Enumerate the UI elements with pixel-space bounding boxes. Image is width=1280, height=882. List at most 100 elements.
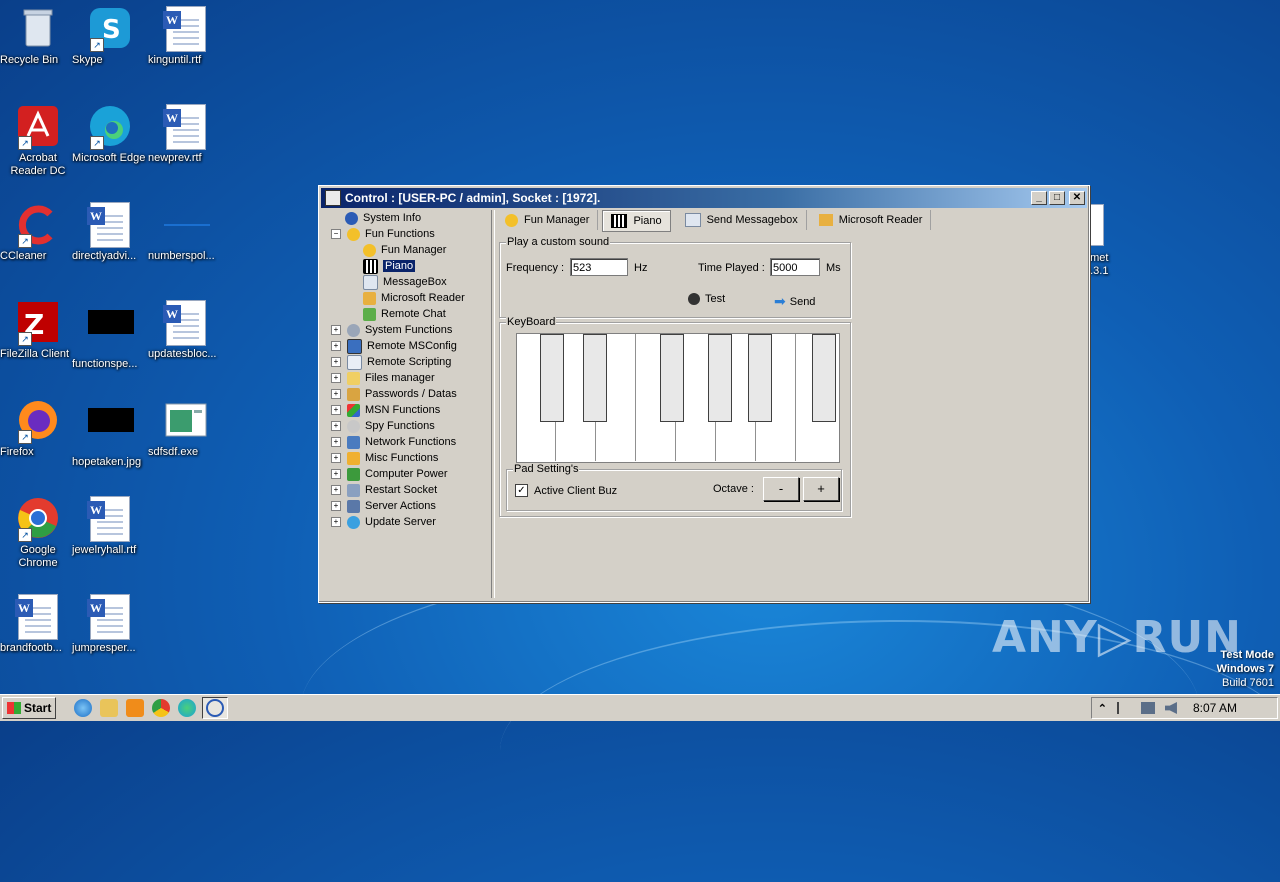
black-key[interactable] (708, 334, 732, 422)
expand-icon[interactable]: + (331, 437, 341, 447)
tree-item-misc-functions[interactable]: + Misc Functions (331, 450, 438, 466)
tab-microsoft-reader[interactable]: Microsoft Reader (811, 210, 932, 230)
file-icon (164, 202, 210, 246)
desktop-icon-firefox[interactable]: ↗ Firefox (0, 398, 76, 458)
expand-icon[interactable]: + (331, 501, 341, 511)
desktop-icon-updatesbloc[interactable]: W updatesbloc... (148, 300, 224, 360)
desktop-icon-edge[interactable]: ↗ Microsoft Edge (72, 104, 148, 164)
desktop-icon-chrome[interactable]: ↗ Google Chrome (0, 496, 76, 569)
minimize-button[interactable]: _ (1031, 191, 1047, 205)
desktop-icon-acrobat[interactable]: ↗ Acrobat Reader DC (0, 104, 76, 177)
send-button[interactable]: ➡ Send (774, 293, 815, 310)
app-icon (206, 699, 225, 717)
explorer-icon[interactable] (100, 699, 119, 717)
tree-item-computer-power[interactable]: + Computer Power (331, 466, 448, 482)
octave-up-button[interactable]: + (803, 477, 839, 501)
black-key[interactable] (812, 334, 836, 422)
word-doc-icon: W (163, 6, 208, 52)
tree-item-passwords[interactable]: + Passwords / Datas (331, 386, 457, 402)
desktop-icon-hopetaken[interactable]: hopetaken.jpg (72, 398, 148, 468)
tree-expander (331, 214, 339, 222)
tree-item-network-functions[interactable]: + Network Functions (331, 434, 456, 450)
start-button[interactable]: Start (2, 697, 57, 719)
desktop-icon-skype[interactable]: S ↗ Skype (72, 6, 148, 66)
desktop-icon-ccleaner[interactable]: ↗ CCleaner (0, 202, 76, 262)
media-player-icon[interactable] (126, 699, 145, 717)
word-doc-icon: W (87, 496, 132, 542)
panel-splitter[interactable] (491, 210, 495, 598)
misc-icon (347, 451, 360, 465)
tree-item-fun-functions[interactable]: − Fun Functions (331, 226, 435, 242)
time-played-input[interactable]: 5000 (770, 258, 820, 276)
collapse-icon[interactable]: − (331, 229, 341, 239)
tree-item-update-server[interactable]: + Update Server (331, 514, 436, 530)
expand-icon[interactable]: + (331, 517, 341, 527)
desktop-icon-functionspe[interactable]: functionspe... (72, 300, 148, 370)
desktop-icon-kinguntil[interactable]: W kinguntil.rtf (148, 6, 224, 66)
chrome-icon[interactable] (152, 699, 171, 717)
black-key[interactable] (660, 334, 684, 422)
volume-icon[interactable] (1164, 702, 1177, 714)
network-icon[interactable] (1140, 702, 1155, 714)
window-titlebar[interactable]: Control : [USER-PC / admin], Socket : [1… (321, 188, 1087, 208)
tree-item-msn-functions[interactable]: + MSN Functions (331, 402, 440, 418)
test-button[interactable]: Test (688, 293, 725, 305)
flag-icon[interactable] (1116, 702, 1131, 714)
tree-item-microsoft-reader[interactable]: Microsoft Reader (363, 290, 465, 306)
black-key[interactable] (748, 334, 772, 422)
expand-icon[interactable]: + (331, 405, 341, 415)
desktop-icon-recycle-bin[interactable]: Recycle Bin (0, 6, 76, 66)
tree-item-system-info[interactable]: System Info (331, 210, 421, 226)
desktop-icon-directlyadvi[interactable]: W directlyadvi... (72, 202, 148, 262)
desktop-icon-jumpresper[interactable]: W jumpresper... (72, 594, 148, 654)
expand-icon[interactable]: + (331, 469, 341, 479)
desktop-icon-newprev[interactable]: W newprev.rtf (148, 104, 224, 164)
tree-item-remote-msconfig[interactable]: + Remote MSConfig (331, 338, 457, 354)
tree-item-remote-scripting[interactable]: + Remote Scripting (331, 354, 451, 370)
ie-icon[interactable] (74, 699, 93, 717)
tray-expand-icon[interactable]: ⌃ (1098, 702, 1107, 715)
messagebox-icon (363, 274, 378, 290)
black-key[interactable] (540, 334, 564, 422)
smiley-icon (347, 227, 360, 241)
tree-item-files-manager[interactable]: + Files manager (331, 370, 435, 386)
desktop-icon-sdfsdf[interactable]: sdfsdf.exe (148, 398, 224, 458)
socket-icon (347, 483, 360, 497)
function-tree: System Info − Fun Functions Fun Manager P… (323, 210, 489, 598)
desktop-icon-brandfootb[interactable]: W brandfootb... (0, 594, 76, 654)
edge-icon[interactable] (178, 699, 197, 717)
desktop-icon-numberspol[interactable]: numberspol... (148, 202, 224, 262)
group-title: Play a custom sound (506, 236, 611, 248)
expand-icon[interactable]: + (331, 389, 341, 399)
octave-down-button[interactable]: - (763, 477, 799, 501)
messagebox-icon (684, 213, 701, 227)
expand-icon[interactable]: + (331, 341, 341, 351)
tree-item-piano[interactable]: Piano (363, 258, 416, 274)
expand-icon[interactable]: + (331, 325, 341, 335)
desktop-icon-filezilla[interactable]: Z ↗ FileZilla Client (0, 300, 76, 360)
expand-icon[interactable]: + (331, 373, 341, 383)
tree-item-system-functions[interactable]: + System Functions (331, 322, 452, 338)
tree-item-messagebox[interactable]: MessageBox (363, 274, 447, 290)
word-doc-icon: W (15, 594, 60, 640)
frequency-input[interactable]: 523 (570, 258, 628, 276)
tree-item-spy-functions[interactable]: + Spy Functions (331, 418, 435, 434)
close-button[interactable]: ✕ (1069, 191, 1085, 205)
expand-icon[interactable]: + (331, 485, 341, 495)
maximize-button[interactable]: □ (1049, 191, 1065, 205)
desktop-icon-jewelryhall[interactable]: W jewelryhall.rtf (72, 496, 148, 556)
black-key[interactable] (583, 334, 607, 422)
tab-send-messagebox[interactable]: Send Messagebox (677, 210, 807, 230)
tab-fun-manager[interactable]: Fun Manager (497, 210, 599, 230)
expand-icon[interactable]: + (331, 421, 341, 431)
tree-item-server-actions[interactable]: + Server Actions (331, 498, 436, 514)
tab-piano[interactable]: Piano (602, 210, 671, 232)
tree-item-restart-socket[interactable]: + Restart Socket (331, 482, 437, 498)
tree-item-fun-manager[interactable]: Fun Manager (363, 242, 446, 258)
expand-icon[interactable]: + (331, 453, 341, 463)
taskbar-control-window[interactable] (202, 697, 229, 719)
active-client-buz-checkbox[interactable]: ✓ Active Client Buz (515, 484, 617, 497)
clock[interactable]: 8:07 AM (1193, 701, 1237, 715)
expand-icon[interactable]: + (331, 357, 341, 367)
tree-item-remote-chat[interactable]: Remote Chat (363, 306, 446, 322)
